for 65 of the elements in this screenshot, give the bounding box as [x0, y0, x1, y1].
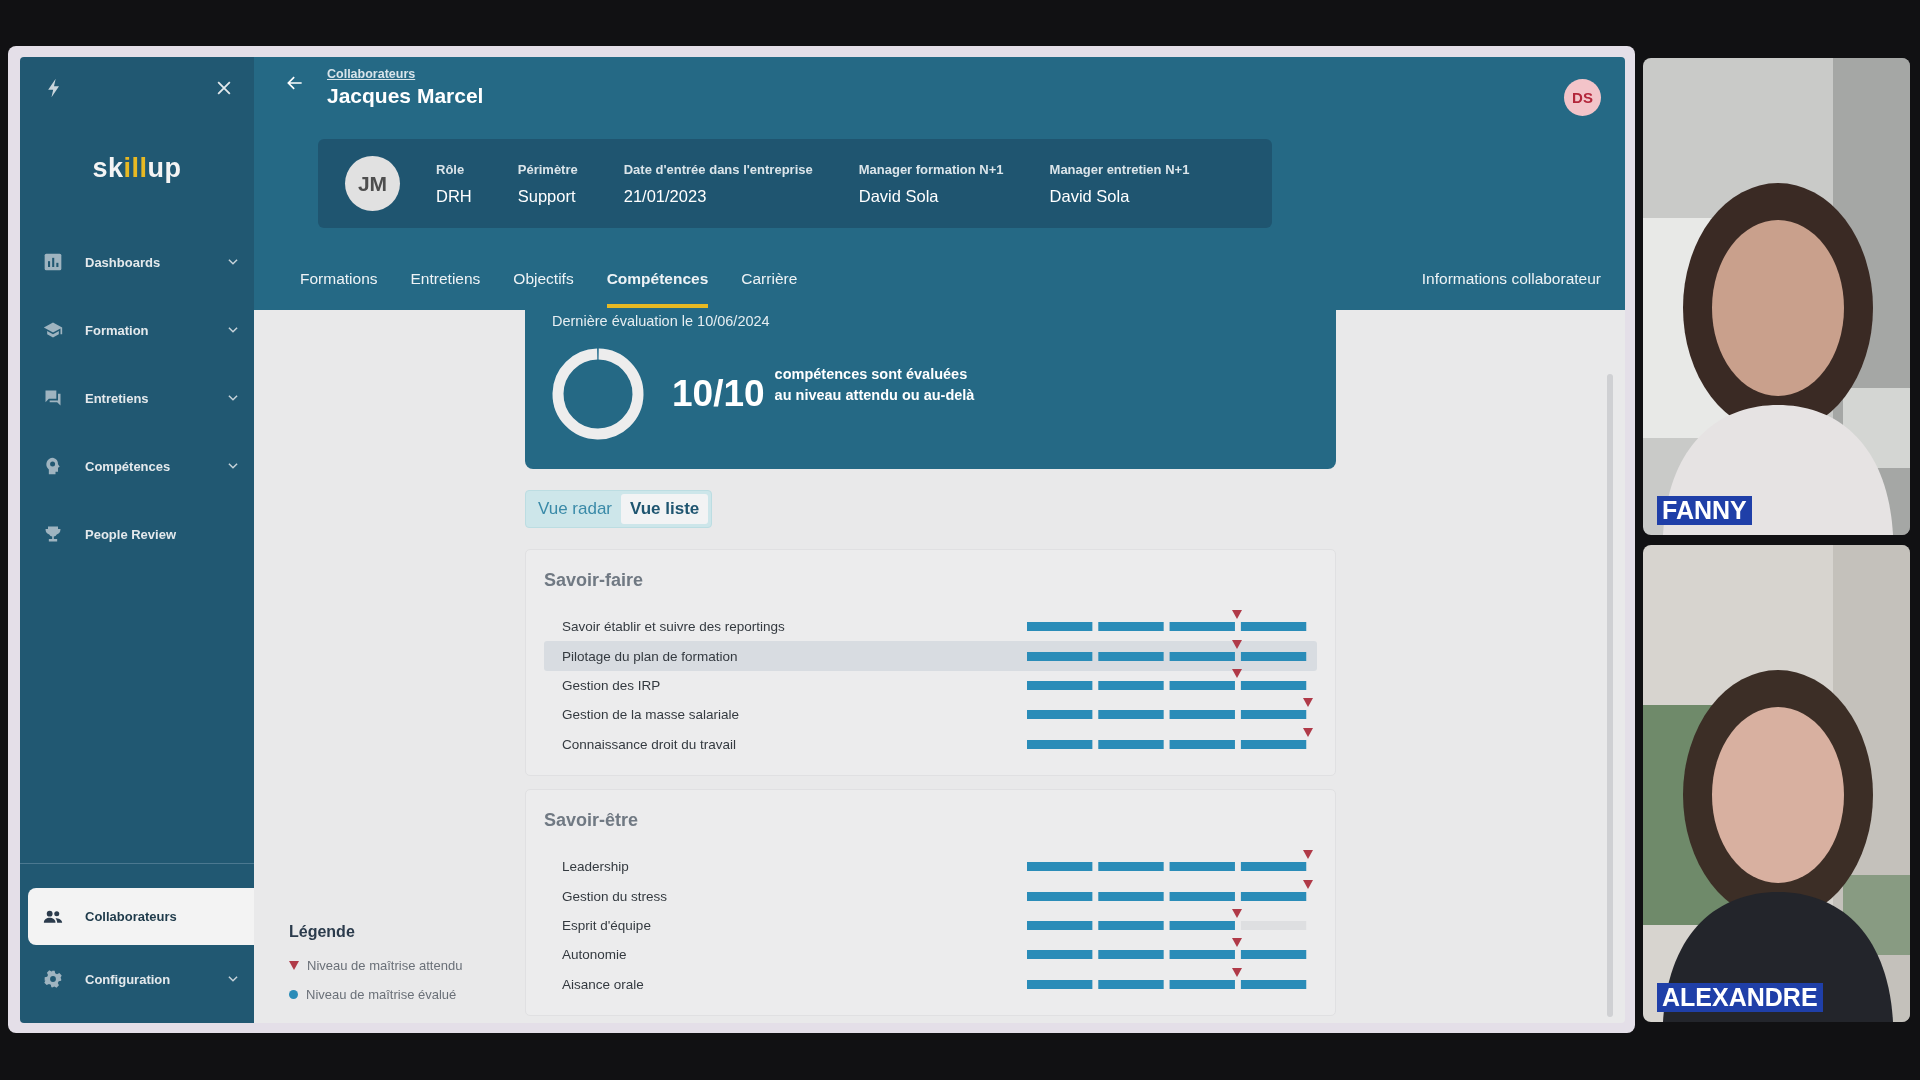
- tab[interactable]: Objectifs: [513, 270, 574, 308]
- summary-text: au niveau attendu ou au-delà: [774, 386, 975, 403]
- nav-item[interactable]: Configuration: [20, 945, 254, 1013]
- skill-row[interactable]: Gestion des IRP: [544, 670, 1317, 701]
- chart-icon: [43, 252, 63, 272]
- skill-name: Esprit d'équipe: [562, 917, 652, 933]
- skill-row[interactable]: Savoir établir et suivre des reportings: [544, 612, 1317, 642]
- skill-name: Aisance orale: [562, 976, 645, 992]
- skill-row[interactable]: Aisance orale: [544, 969, 1317, 999]
- summary-text: compétences sont évaluées: [774, 365, 969, 382]
- skill-name: Gestion des IRP: [562, 677, 662, 693]
- field-value: 21/01/2023: [623, 186, 708, 206]
- skill-row[interactable]: Leadership: [544, 851, 1317, 882]
- page-title: Jacques Marcel: [327, 84, 485, 108]
- section-title: Savoir-faire: [544, 570, 645, 591]
- scrollbar[interactable]: [1607, 374, 1613, 1017]
- skill-row[interactable]: Gestion du stress: [544, 881, 1317, 911]
- trophy-icon: [43, 524, 63, 544]
- chat-icon: [43, 388, 63, 408]
- field-value: David Sola: [1049, 186, 1131, 206]
- info-link[interactable]: Informations collaborateur: [1421, 270, 1601, 308]
- field-value: Support: [517, 186, 577, 206]
- legend-title: Légende: [289, 923, 356, 941]
- field-label: Rôle: [436, 161, 466, 177]
- last-evaluation-text: Dernière évaluation le 10/06/2024: [552, 313, 771, 329]
- skill-row[interactable]: Autonomie: [544, 940, 1317, 970]
- tab[interactable]: Entretiens: [410, 270, 481, 308]
- skill-name: Leadership: [562, 859, 630, 875]
- nav-item[interactable]: People Review: [20, 500, 254, 568]
- field-value: DRH: [436, 186, 472, 206]
- participant-name: ALEXANDRE: [1657, 982, 1823, 1012]
- participant-name: FANNY: [1657, 495, 1752, 525]
- nav-item[interactable]: Entretiens: [20, 364, 254, 432]
- user-avatar[interactable]: DS: [1564, 79, 1601, 116]
- skill-row[interactable]: Connaissance droit du travail: [544, 729, 1317, 759]
- field-label: Manager entretien N+1: [1049, 161, 1190, 177]
- toggle-button[interactable]: Vue liste: [621, 494, 709, 524]
- skill-name: Connaissance droit du travail: [562, 736, 738, 752]
- nav-item[interactable]: Dashboards: [20, 228, 254, 296]
- skill-name: Pilotage du plan de formation: [562, 648, 739, 664]
- field-label: Périmètre: [517, 161, 578, 177]
- tab[interactable]: Formations: [300, 270, 378, 308]
- tab[interactable]: Carrière: [741, 270, 798, 308]
- skill-row[interactable]: Pilotage du plan de formation: [544, 641, 1317, 671]
- skill-row[interactable]: Esprit d'équipe: [544, 910, 1317, 941]
- profile-avatar: JM: [345, 156, 400, 211]
- legend-label: Niveau de maîtrise évalué: [306, 987, 457, 1002]
- breadcrumb-link[interactable]: Collaborateurs: [327, 67, 416, 81]
- graduation-cap-icon: [43, 320, 63, 340]
- score-text: 10/10: [672, 373, 765, 415]
- skill-name: Gestion de la masse salariale: [562, 707, 741, 723]
- nav-item[interactable]: Compétences: [20, 432, 254, 500]
- field-label: Manager formation N+1: [858, 161, 1004, 177]
- logo: skillup: [92, 153, 182, 184]
- skill-name: Savoir établir et suivre des reportings: [562, 619, 786, 635]
- skill-name: Autonomie: [562, 947, 628, 963]
- legend-label: Niveau de maîtrise attendu: [307, 958, 463, 973]
- nav-item[interactable]: Collaborateurs: [28, 888, 254, 945]
- skill-row[interactable]: Gestion de la masse salariale: [544, 700, 1317, 730]
- nav-item[interactable]: Formation: [20, 296, 254, 364]
- field-label: Date d'entrée dans l'entreprise: [623, 161, 813, 177]
- field-value: David Sola: [858, 186, 940, 206]
- skill-name: Gestion du stress: [562, 888, 669, 904]
- gear-icon: [43, 969, 63, 989]
- section-title: Savoir-être: [544, 809, 640, 831]
